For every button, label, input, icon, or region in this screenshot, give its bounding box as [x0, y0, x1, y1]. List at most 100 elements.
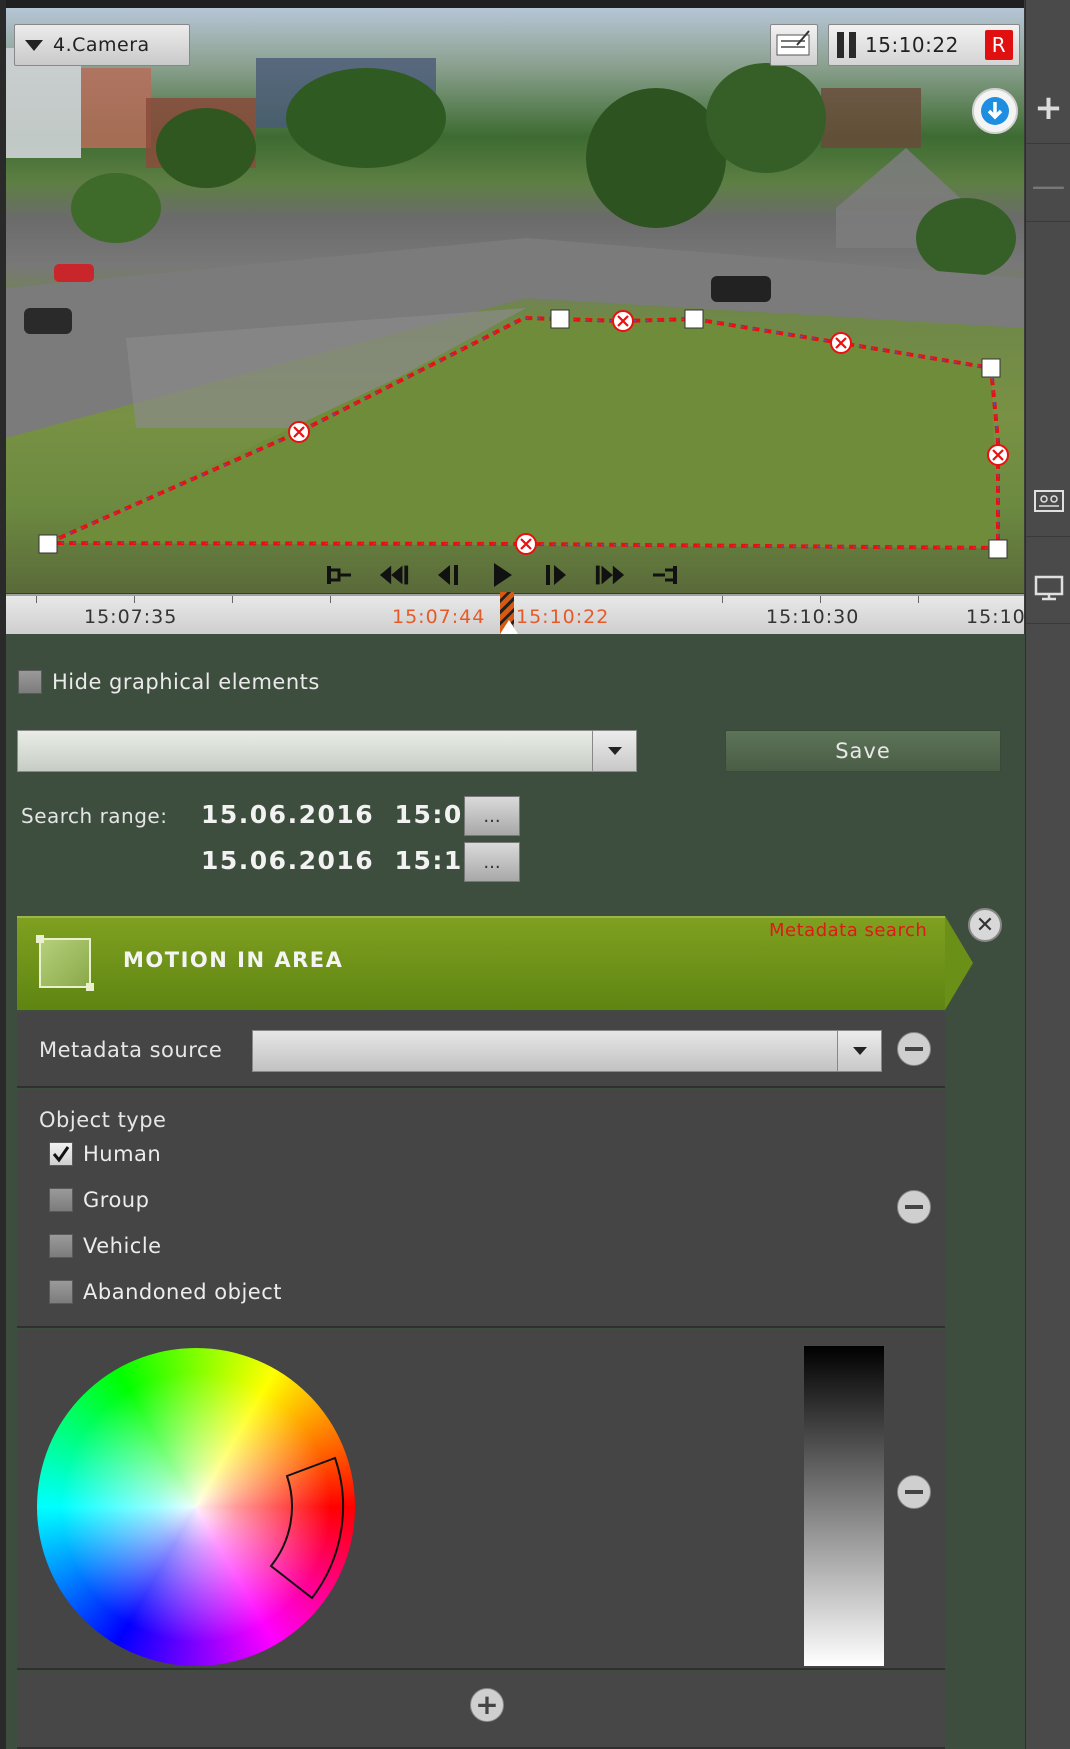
range-from-picker-button[interactable]: ... [464, 796, 520, 836]
minus-icon [905, 1205, 923, 1209]
go-to-end-icon [653, 566, 677, 584]
timeline-label-start: 15:07:44 [392, 606, 486, 628]
current-time: 15:10:22 [865, 33, 959, 57]
play-icon [494, 563, 512, 587]
fast-forward-button[interactable] [594, 560, 626, 590]
hide-graphical-checkbox[interactable] [18, 670, 42, 694]
object-type-human[interactable]: Human [49, 1142, 161, 1166]
metadata-source-select[interactable] [252, 1030, 882, 1072]
vehicle-checkbox[interactable] [49, 1234, 73, 1258]
object-type-vehicle[interactable]: Vehicle [49, 1234, 162, 1258]
range-to-value: 15.06.2016 15:10 [201, 846, 482, 875]
timeline-tick [36, 596, 37, 603]
close-condition-button[interactable]: ✕ [968, 908, 1002, 942]
hue-selection-sector[interactable] [37, 1348, 355, 1666]
recording-badge: R [985, 30, 1013, 60]
object-type-abandoned[interactable]: Abandoned object [49, 1280, 282, 1304]
object-type-title: Object type [39, 1108, 167, 1132]
monitor-icon [1034, 575, 1063, 600]
right-toolbar: + — [1025, 0, 1070, 1749]
color-filter-row [17, 1330, 945, 1670]
hide-graphical-label: Hide graphical elements [52, 670, 320, 694]
checkmark-icon [52, 1146, 70, 1163]
metadata-source-row: Metadata source [17, 1012, 945, 1088]
plus-icon: + [475, 1688, 499, 1721]
remove-color-button[interactable] [897, 1475, 931, 1509]
timeline-label-current: 15:10:22 [516, 606, 610, 628]
zoom-in-icon: + [1034, 87, 1063, 128]
pause-icon[interactable] [837, 32, 857, 58]
camera-view[interactable]: 4.Camera 15:10:22 R [6, 8, 1024, 593]
playback-controls [324, 560, 680, 590]
remove-object-type-button[interactable] [897, 1190, 931, 1224]
minus-icon [905, 1490, 923, 1494]
preset-dropdown-button[interactable] [592, 731, 636, 771]
note-icon [776, 30, 810, 56]
camera-scene [6, 48, 1024, 559]
step-forward-button[interactable] [540, 560, 572, 590]
monitor-button[interactable] [1026, 552, 1070, 624]
play-button[interactable] [486, 560, 518, 590]
camera-name: 4.Camera [53, 34, 150, 56]
metadata-search-badge: Metadata search [769, 920, 928, 941]
timeline-tick [722, 596, 723, 603]
go-to-end-button[interactable] [648, 560, 680, 590]
object-type-group[interactable]: Group [49, 1188, 149, 1212]
object-type-row: Object type Human Group Vehicle Abandone… [17, 1090, 945, 1328]
step-back-icon [438, 565, 458, 585]
add-condition-row: + [17, 1672, 945, 1749]
range-to-picker-button[interactable]: ... [464, 842, 520, 882]
zoom-in-button[interactable]: + [1026, 72, 1070, 144]
timeline-tick [820, 596, 821, 603]
preset-select[interactable] [17, 730, 637, 772]
zoom-out-button[interactable]: — [1026, 150, 1070, 222]
search-range-label: Search range: [21, 804, 168, 828]
human-checkbox[interactable] [49, 1142, 73, 1166]
motion-area-icon [36, 935, 94, 991]
vehicle-label: Vehicle [83, 1234, 162, 1258]
archive-button[interactable] [1026, 465, 1070, 537]
metadata-source-label: Metadata source [39, 1038, 223, 1062]
download-button[interactable] [972, 88, 1018, 134]
minus-icon [905, 1047, 923, 1051]
chevron-down-icon [852, 1047, 867, 1055]
fast-rewind-button[interactable] [378, 560, 410, 590]
download-icon [981, 97, 1009, 125]
brightness-bar[interactable] [804, 1346, 884, 1666]
archive-icon [1033, 489, 1064, 512]
range-from-value: 15.06.2016 15:09 [201, 800, 482, 829]
timeline[interactable]: 15:07:35 15:07:44 15:10:22 15:10:30 15:1… [6, 592, 1025, 636]
timeline-tick [232, 596, 233, 603]
search-panel: Hide graphical elements Save Search rang… [6, 634, 1025, 1749]
timeline-caret-icon [500, 620, 518, 634]
save-button[interactable]: Save [725, 730, 1001, 772]
fast-forward-icon [595, 565, 625, 585]
hide-graphical-toggle[interactable]: Hide graphical elements [18, 670, 320, 694]
timeline-tick [330, 596, 331, 603]
motion-title: MOTION IN AREA [123, 948, 344, 972]
timeline-tick [134, 596, 135, 603]
group-label: Group [83, 1188, 150, 1212]
metadata-source-dropdown-button[interactable] [837, 1031, 881, 1071]
timeline-tick [918, 596, 919, 603]
camera-selector[interactable]: 4.Camera [14, 24, 190, 66]
abandoned-object-label: Abandoned object [83, 1280, 282, 1304]
live-time-indicator[interactable]: 15:10:22 R [828, 24, 1020, 66]
abandoned-object-checkbox[interactable] [49, 1280, 73, 1304]
group-checkbox[interactable] [49, 1188, 73, 1212]
add-condition-button[interactable]: + [470, 1688, 504, 1722]
step-back-button[interactable] [432, 560, 464, 590]
chevron-down-icon [607, 747, 622, 755]
remove-metadata-source-button[interactable] [897, 1032, 931, 1066]
dropdown-arrow-icon [25, 39, 43, 51]
go-to-start-icon [327, 566, 351, 584]
timeline-label: 15:10:30 [766, 606, 860, 628]
zoom-out-icon: — [1031, 165, 1066, 206]
human-label: Human [83, 1142, 162, 1166]
note-button[interactable] [770, 24, 818, 66]
go-to-start-button[interactable] [324, 560, 356, 590]
fast-rewind-icon [379, 565, 409, 585]
close-icon: ✕ [975, 912, 995, 938]
motion-in-area-header[interactable]: MOTION IN AREA Metadata search [17, 916, 977, 1010]
timeline-label: 15:07:35 [84, 606, 178, 628]
